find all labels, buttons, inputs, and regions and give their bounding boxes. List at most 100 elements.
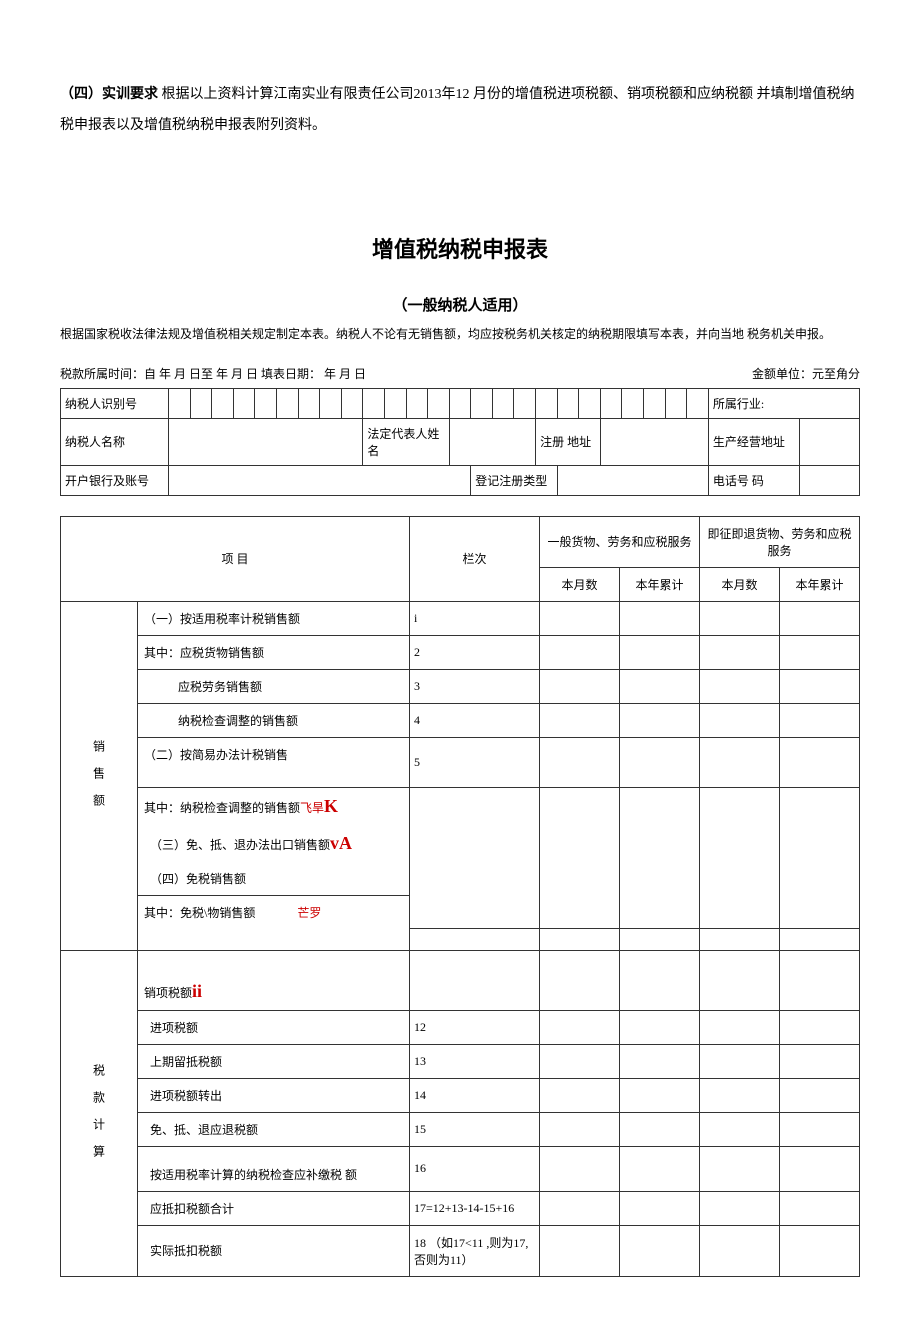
intro-text: 根据以上资料计算江南实业有限责任公司2013年12 月份的增值税进项税额、销项税…	[60, 87, 855, 133]
cell[interactable]	[540, 1078, 620, 1112]
cell[interactable]	[540, 601, 620, 635]
id-cell[interactable]	[428, 388, 450, 418]
cell[interactable]	[780, 737, 860, 787]
phone-value[interactable]	[799, 465, 860, 495]
id-cell[interactable]	[514, 388, 536, 418]
cell[interactable]	[620, 1191, 700, 1225]
id-cell[interactable]	[212, 388, 234, 418]
id-cell[interactable]	[687, 388, 709, 418]
id-cell[interactable]	[298, 388, 320, 418]
cell[interactable]	[540, 669, 620, 703]
id-cell[interactable]	[363, 388, 385, 418]
cell[interactable]	[700, 1010, 780, 1044]
cell[interactable]	[700, 1078, 780, 1112]
cell[interactable]	[700, 1044, 780, 1078]
id-cell[interactable]	[255, 388, 277, 418]
cell[interactable]	[780, 929, 860, 951]
intro-paragraph: （四）实训要求 根据以上资料计算江南实业有限责任公司2013年12 月份的增值税…	[60, 80, 860, 142]
cell[interactable]	[620, 601, 700, 635]
cell[interactable]	[700, 703, 780, 737]
id-cell[interactable]	[644, 388, 666, 418]
cell[interactable]	[780, 1010, 860, 1044]
cell[interactable]	[780, 1078, 860, 1112]
cell[interactable]	[780, 635, 860, 669]
reg-type-label: 登记注册类型	[471, 465, 557, 495]
cell[interactable]	[700, 601, 780, 635]
id-cell[interactable]	[600, 388, 622, 418]
cell[interactable]	[540, 787, 620, 929]
cell[interactable]	[540, 635, 620, 669]
cell[interactable]	[700, 951, 780, 1011]
cell[interactable]	[540, 1010, 620, 1044]
cell[interactable]	[700, 1191, 780, 1225]
cell[interactable]	[620, 635, 700, 669]
cell[interactable]	[620, 737, 700, 787]
id-cell[interactable]	[557, 388, 579, 418]
form-note: 根据国家税收法律法规及增值税相关规定制定本表。纳税人不论有无销售额，均应按税务机…	[60, 325, 860, 343]
cell[interactable]	[620, 703, 700, 737]
cell[interactable]	[780, 787, 860, 929]
cell[interactable]	[700, 929, 780, 951]
cell[interactable]	[540, 951, 620, 1011]
id-cell[interactable]	[384, 388, 406, 418]
id-cell[interactable]	[579, 388, 601, 418]
cell[interactable]	[780, 951, 860, 1011]
cell[interactable]	[540, 929, 620, 951]
cell[interactable]	[540, 1146, 620, 1191]
cell[interactable]	[620, 1010, 700, 1044]
cell[interactable]	[700, 737, 780, 787]
id-cell[interactable]	[190, 388, 212, 418]
cell[interactable]	[620, 669, 700, 703]
cell[interactable]	[780, 1146, 860, 1191]
id-cell[interactable]	[233, 388, 255, 418]
cell[interactable]	[540, 1044, 620, 1078]
reg-type-value[interactable]	[557, 465, 708, 495]
cell[interactable]	[620, 951, 700, 1011]
cell[interactable]	[620, 1044, 700, 1078]
cell[interactable]	[540, 703, 620, 737]
name-value[interactable]	[168, 418, 362, 465]
id-cell[interactable]	[341, 388, 363, 418]
cell[interactable]	[700, 1146, 780, 1191]
cell[interactable]	[620, 787, 700, 929]
row-label: 其中：免税\物销售额 芒罗	[138, 895, 410, 929]
bank-value[interactable]	[168, 465, 470, 495]
id-cell[interactable]	[276, 388, 298, 418]
id-cell[interactable]	[406, 388, 428, 418]
cell[interactable]	[700, 669, 780, 703]
cell[interactable]	[780, 601, 860, 635]
legal-rep-label: 法定代表人姓名	[363, 418, 449, 465]
id-cell[interactable]	[168, 388, 190, 418]
id-cell[interactable]	[622, 388, 644, 418]
biz-addr-value[interactable]	[799, 418, 860, 465]
cell[interactable]	[780, 1191, 860, 1225]
cell[interactable]	[620, 1078, 700, 1112]
id-cell[interactable]	[449, 388, 471, 418]
cell[interactable]	[700, 787, 780, 929]
cell[interactable]	[620, 1225, 700, 1276]
cell[interactable]	[780, 1112, 860, 1146]
cell[interactable]	[780, 1225, 860, 1276]
cell[interactable]	[780, 1044, 860, 1078]
section-sales: 销 售 额	[61, 601, 138, 951]
row-label: （四）免税销售额	[138, 862, 410, 896]
cell[interactable]	[540, 1191, 620, 1225]
cell[interactable]	[700, 1225, 780, 1276]
legal-rep-value[interactable]	[449, 418, 535, 465]
cell[interactable]	[540, 737, 620, 787]
cell[interactable]	[780, 703, 860, 737]
id-cell[interactable]	[320, 388, 342, 418]
cell[interactable]	[780, 669, 860, 703]
cell[interactable]	[700, 635, 780, 669]
cell[interactable]	[540, 1225, 620, 1276]
cell[interactable]	[700, 1112, 780, 1146]
id-cell[interactable]	[536, 388, 558, 418]
id-cell[interactable]	[492, 388, 514, 418]
cell[interactable]	[620, 929, 700, 951]
cell[interactable]	[540, 1112, 620, 1146]
cell[interactable]	[620, 1112, 700, 1146]
id-cell[interactable]	[665, 388, 687, 418]
reg-addr-value[interactable]	[600, 418, 708, 465]
id-cell[interactable]	[471, 388, 493, 418]
cell[interactable]	[620, 1146, 700, 1191]
